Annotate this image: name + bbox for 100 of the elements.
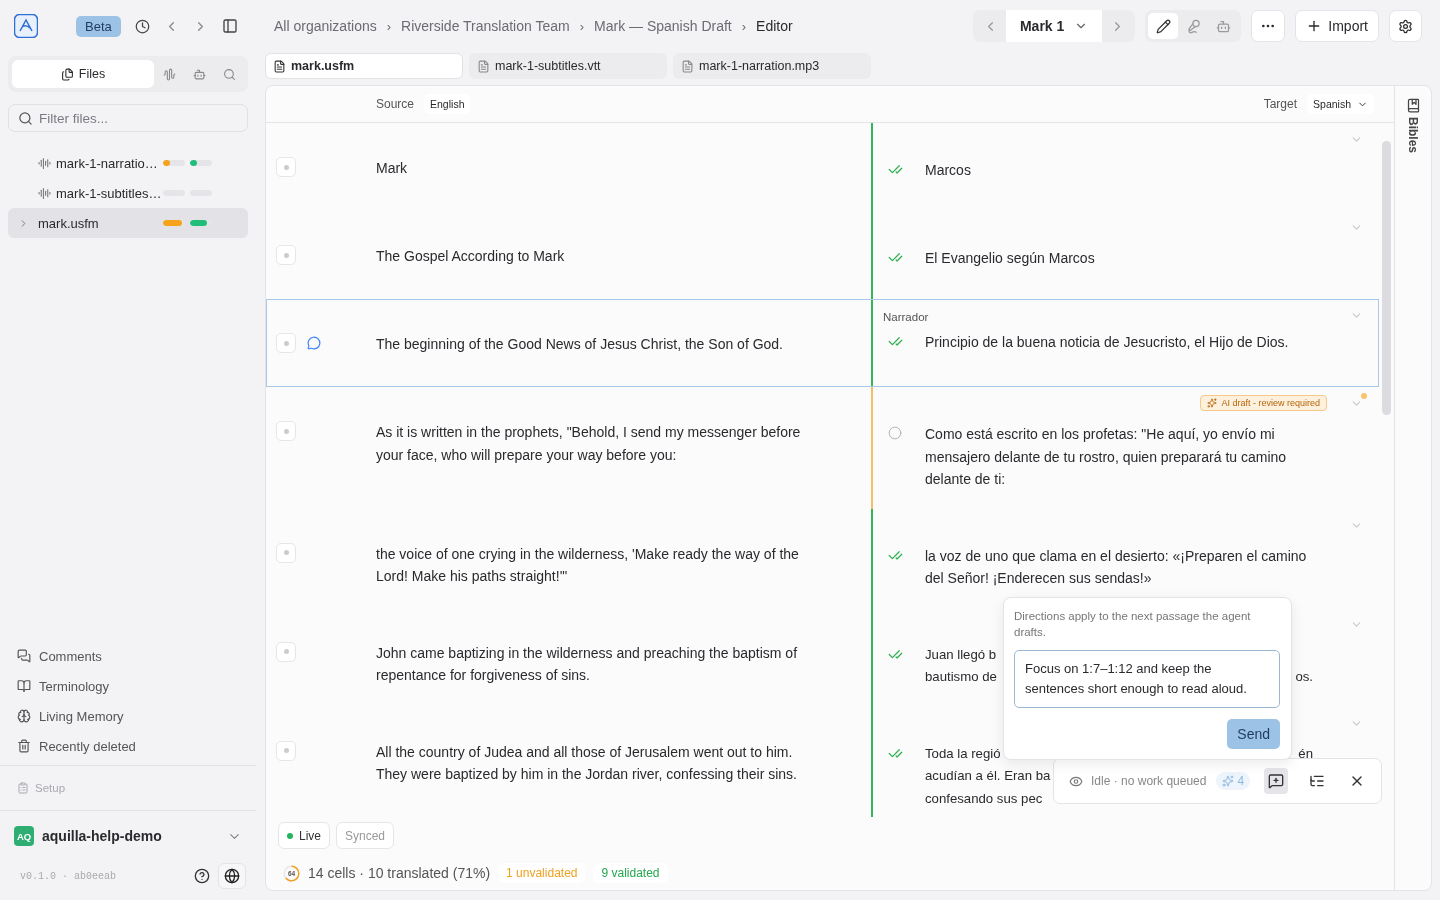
target-text: os.: [1295, 668, 1313, 686]
beta-badge: Beta: [76, 15, 121, 37]
file-tab[interactable]: mark-1-narration.mp3: [673, 53, 871, 79]
target-language-select[interactable]: Spanish: [1307, 94, 1374, 114]
edit-mode-button[interactable]: [1148, 13, 1179, 39]
files-tab[interactable]: Files: [12, 60, 154, 88]
help-icon[interactable]: [194, 868, 210, 884]
language-button[interactable]: [218, 863, 246, 889]
file-item[interactable]: mark-1-subtitles…: [8, 178, 248, 208]
agent-status: Idle · no work queued: [1091, 774, 1207, 788]
target-text: bautismo de: [925, 668, 997, 686]
source-language: English: [424, 94, 471, 114]
target-text: Toda la regió: [925, 744, 1001, 763]
search-icon: [18, 110, 33, 126]
file-tab[interactable]: mark-1-subtitles.vtt: [469, 53, 667, 79]
file-item[interactable]: mark-1-narratio…: [8, 148, 248, 178]
source-label: Source: [376, 97, 415, 111]
bibles-tab[interactable]: Bibles: [1406, 117, 1420, 153]
comments-icon: [17, 649, 31, 663]
row-select-button[interactable]: [276, 641, 296, 662]
chapter-select[interactable]: Mark 1: [1005, 10, 1103, 42]
comment-icon[interactable]: [307, 336, 321, 350]
file-item[interactable]: mark.usfm: [8, 208, 248, 238]
file-name: mark.usfm: [38, 215, 100, 231]
document-icon: [477, 59, 490, 73]
waveform-icon: [38, 186, 51, 200]
waveform-icon: [38, 156, 51, 170]
target-text: acudían a él. Eran ba: [925, 767, 1051, 785]
target-text: confesando sus pec: [925, 789, 1043, 808]
book-icon: [17, 679, 31, 693]
waveform-icon: [162, 67, 176, 81]
trash-icon: [17, 739, 31, 753]
breadcrumb-separator: ›: [386, 18, 392, 34]
source-text: the voice of one crying in the wilderness, 'Make ready the way of the Lord! Make his paths straight!'": [376, 544, 800, 586]
ai-draft-badge: AI draft - review required: [1200, 395, 1327, 411]
live-chip: Live: [278, 822, 330, 849]
row-select-button[interactable]: [276, 421, 296, 441]
row-select-button[interactable]: [276, 157, 296, 177]
source-text: The beginning of the Good News of Jesus Christ, the Son of God.: [376, 335, 784, 354]
row-select-button[interactable]: [276, 542, 296, 563]
nav-item[interactable]: Comments: [0, 641, 256, 671]
directions-button[interactable]: [1264, 768, 1289, 794]
target-label: Target: [1263, 97, 1298, 111]
pencil-icon: [1155, 18, 1171, 34]
breadcrumb-separator: ›: [579, 18, 585, 34]
row-select-button[interactable]: [276, 740, 296, 761]
speaker-label: Narrador: [883, 310, 929, 325]
row-select-button[interactable]: [276, 245, 296, 265]
synced-chip: Synced: [336, 822, 395, 849]
directions-note: Directions apply to the next passage the agent drafts.: [1014, 609, 1252, 640]
breadcrumb-link[interactable]: Riverside Translation Team: [401, 18, 570, 34]
workspace-avatar: AQ: [14, 826, 34, 846]
settings-button[interactable]: [1389, 10, 1422, 42]
settings-icon: [1398, 18, 1413, 34]
list-icon: [1308, 773, 1325, 789]
filter-field[interactable]: Filter files...: [8, 104, 248, 132]
sparkle-icon: [1207, 398, 1218, 408]
nav-item[interactable]: Terminology: [0, 671, 256, 701]
breadcrumb-link[interactable]: All organizations: [274, 18, 377, 34]
robot-icon: [192, 67, 206, 81]
search-icon: [222, 67, 236, 81]
filter-input[interactable]: Filter files...: [39, 110, 219, 126]
validated-count: 9 validated: [593, 863, 668, 883]
document-icon: [273, 59, 286, 73]
unvalidated-count: 1 unvalidated: [498, 863, 586, 883]
sparkle-count: 4: [1216, 772, 1251, 790]
file-name: mark-1-subtitles…: [56, 185, 163, 201]
row-select-button[interactable]: [276, 333, 296, 353]
target-text: Juan llegó b: [925, 645, 997, 664]
clipboard-icon: [17, 782, 29, 794]
more-button[interactable]: [1251, 10, 1286, 42]
sidebar-toggle-icon[interactable]: [221, 18, 238, 34]
file-name: mark-1-narratio…: [56, 155, 159, 171]
app-logo: [14, 14, 38, 38]
source-text: John came baptizing in the wilderness and preaching the baptism of repentance for forgiveness of sins.: [376, 643, 799, 685]
breadcrumb-link[interactable]: Editor: [756, 18, 793, 34]
breadcrumb-separator: ›: [741, 18, 747, 34]
target-text: Principio de la buena noticia de Jesucristo, el Hijo de Dios.: [925, 333, 1290, 352]
history-icon[interactable]: [134, 18, 150, 34]
nav-item[interactable]: Living Memory: [0, 701, 256, 731]
breadcrumb-link[interactable]: Mark — Spanish Draft: [594, 18, 732, 34]
robot-icon: [1215, 18, 1231, 34]
target-text: la voz de uno que clama en el desierto: «¡Preparen el camino del Señor! ¡Enderecen sus sendas!»: [925, 546, 1308, 588]
directions-field[interactable]: Focus on 1:7–1:12 and keep the sentences short enough to read aloud.: [1014, 650, 1280, 708]
book-icon[interactable]: [1405, 98, 1421, 113]
microphone-icon: [1185, 18, 1201, 34]
nav-item[interactable]: Recently deleted: [0, 731, 256, 761]
scrollbar[interactable]: [1382, 141, 1391, 415]
sparkle-icon: [1222, 775, 1235, 787]
pending-dot: [1361, 393, 1367, 399]
target-text: El Evangelio según Marcos: [925, 249, 1096, 268]
source-text: The Gospel According to Mark: [376, 247, 566, 266]
source-text: Mark: [376, 159, 409, 178]
target-text: Como está escrito en los profetas: "He aquí, yo envío mi mensajero delante de tu rostro, quien preparará tu camino delante de ti:: [925, 425, 1288, 489]
file-tab[interactable]: mark.usfm: [265, 53, 463, 79]
workspace-name[interactable]: aquilla-help-demo: [42, 828, 219, 844]
target-text: én: [1298, 744, 1313, 763]
import-button[interactable]: Import: [1295, 10, 1379, 42]
message-plus-icon: [1268, 773, 1285, 789]
send-button[interactable]: Send: [1227, 719, 1280, 749]
